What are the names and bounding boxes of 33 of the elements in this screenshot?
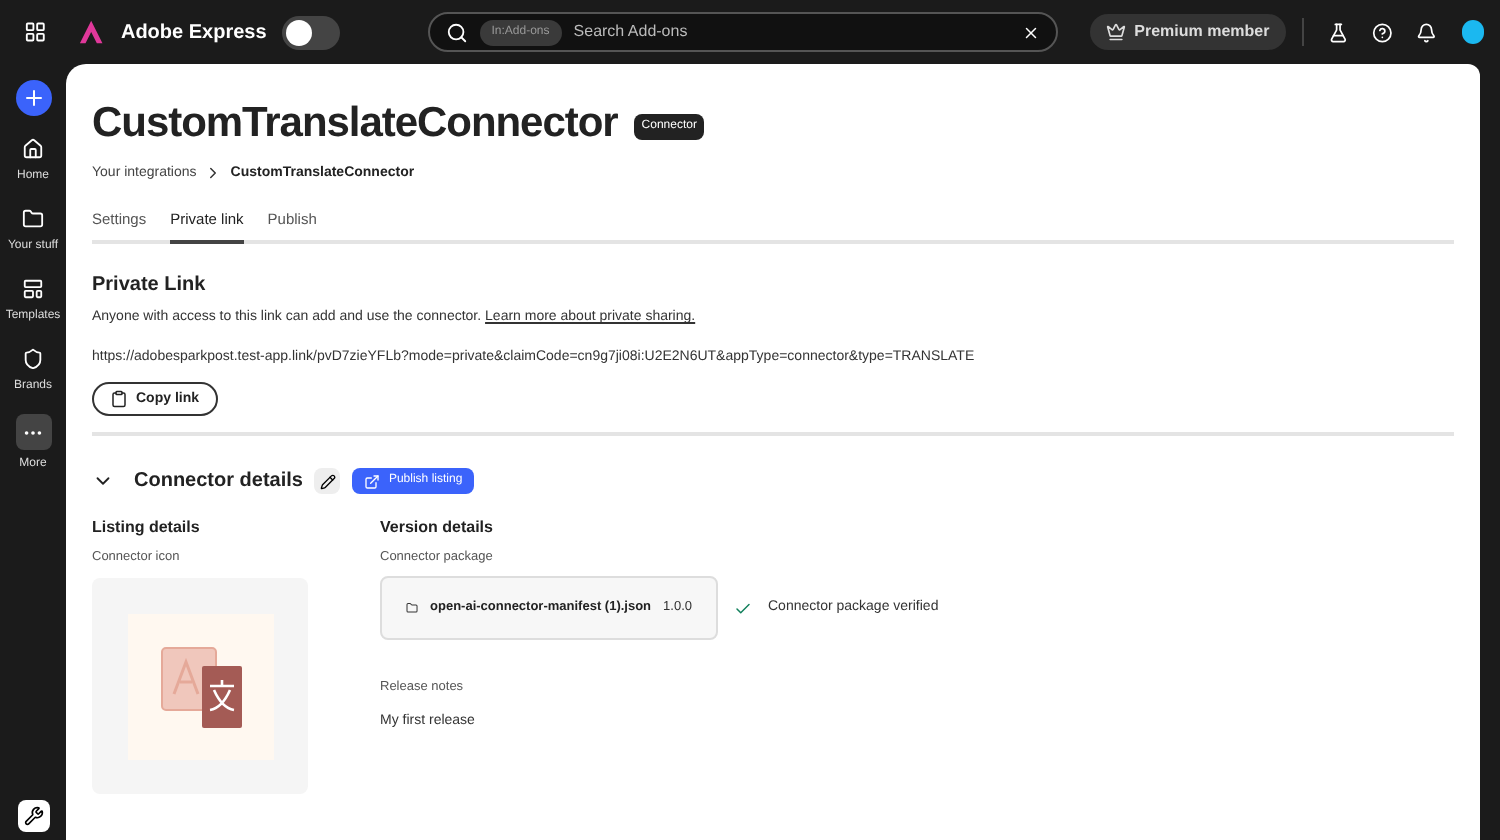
home-icon[interactable] bbox=[21, 137, 44, 159]
search-icon bbox=[445, 21, 468, 43]
search-input[interactable]: Search Add-ons bbox=[573, 20, 1011, 44]
premium-member-button[interactable]: Premium member bbox=[1090, 14, 1286, 50]
page-title: CustomTranslateConnector bbox=[92, 98, 618, 150]
wrench-icon bbox=[23, 806, 43, 826]
translate-icon bbox=[127, 613, 273, 759]
template-icon[interactable] bbox=[21, 277, 44, 299]
subsection-heading: Version details bbox=[380, 516, 495, 541]
subsection-heading: Listing details bbox=[92, 516, 202, 541]
developer-tools-button[interactable] bbox=[17, 800, 49, 832]
clipboard-icon bbox=[110, 390, 128, 409]
logo-icon bbox=[78, 18, 105, 46]
pencil-icon bbox=[319, 473, 336, 490]
app-grid-icon[interactable] bbox=[24, 20, 47, 44]
external-link-icon bbox=[364, 473, 381, 490]
folder-icon bbox=[406, 598, 419, 618]
plus-icon bbox=[21, 86, 45, 110]
check-icon bbox=[734, 599, 752, 617]
theme-switch[interactable] bbox=[282, 15, 340, 49]
folder-icon[interactable] bbox=[22, 207, 44, 229]
shield-icon[interactable] bbox=[21, 347, 44, 369]
section-heading: Private Link bbox=[92, 272, 208, 301]
create-button[interactable] bbox=[15, 80, 51, 116]
edit-button[interactable] bbox=[314, 468, 341, 495]
flask-icon[interactable] bbox=[1327, 21, 1348, 43]
crown-icon bbox=[1106, 22, 1127, 42]
close-icon[interactable] bbox=[1022, 23, 1041, 41]
app-name: Adobe Express bbox=[120, 19, 267, 47]
avatar[interactable] bbox=[1461, 20, 1484, 44]
help-icon[interactable] bbox=[1372, 21, 1393, 43]
bell-icon[interactable] bbox=[1416, 21, 1438, 43]
section-heading: Connector details bbox=[134, 468, 303, 497]
